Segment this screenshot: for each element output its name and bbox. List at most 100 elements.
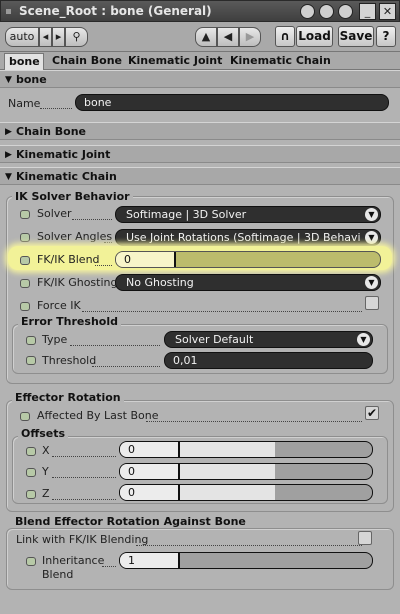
fkik-ghosting-dropdown[interactable]: No Ghosting ▼ xyxy=(115,274,381,291)
animation-icon[interactable] xyxy=(20,412,30,421)
animation-icon[interactable] xyxy=(26,490,36,499)
offset-z-slider[interactable]: 0 xyxy=(119,484,373,501)
offset-x-value[interactable]: 0 xyxy=(120,442,178,457)
prev-button[interactable]: ◂ xyxy=(39,27,52,47)
solver-angles-dropdown[interactable]: Use Joint Rotations (Softimage | 3D Beha… xyxy=(115,229,381,246)
next-button[interactable]: ▸ xyxy=(52,27,65,47)
section-kinematic-joint-header[interactable]: ▶ Kinematic Joint xyxy=(0,145,400,163)
effector-rotation-title: Effector Rotation xyxy=(12,391,124,404)
chevron-down-icon: ▼ xyxy=(365,208,378,221)
inheritance-label: Inheritance xyxy=(42,554,105,567)
offset-z-value[interactable]: 0 xyxy=(120,485,178,500)
link-icon[interactable]: ⚲ xyxy=(65,27,88,47)
forward-arrow-icon[interactable]: ▶ xyxy=(239,27,261,47)
force-ik-checkbox[interactable] xyxy=(365,296,379,310)
section-bone-header[interactable]: ▼ bone xyxy=(0,70,400,88)
dotted-leader xyxy=(72,219,112,220)
property-toolbar: auto ◂ ▸ ⚲ ▲ ◀ ▶ ∩ Load Save ? xyxy=(0,22,400,52)
section-kinematic-chain-header[interactable]: ▼ Kinematic Chain xyxy=(0,167,400,185)
name-label: Name xyxy=(8,97,41,110)
affected-label: Affected By Last Bone xyxy=(37,409,159,422)
name-input[interactable]: bone xyxy=(75,94,389,111)
tab-chain-bone[interactable]: Chain Bone xyxy=(48,53,126,70)
dotted-leader xyxy=(95,265,112,266)
animation-icon[interactable] xyxy=(26,356,36,365)
animation-icon[interactable] xyxy=(26,468,36,477)
slider-fill xyxy=(178,485,275,500)
fkik-blend-slider[interactable]: 0 xyxy=(115,251,381,268)
offset-y-value[interactable]: 0 xyxy=(120,464,178,479)
animation-icon[interactable] xyxy=(26,447,36,456)
animation-icon[interactable] xyxy=(20,302,30,311)
dotted-leader xyxy=(52,456,116,457)
dotted-leader xyxy=(92,366,160,367)
section-bone-title: bone xyxy=(16,73,47,86)
animation-icon[interactable] xyxy=(20,210,30,219)
animation-icon[interactable] xyxy=(26,336,36,345)
eye-icon[interactable] xyxy=(300,4,315,19)
fkik-blend-label: FK/IK Blend xyxy=(37,253,100,266)
slider-fill xyxy=(178,442,275,457)
threshold-input[interactable]: 0,01 xyxy=(164,352,373,369)
window-title: Scene_Root : bone (General) xyxy=(19,4,212,18)
tab-bone[interactable]: bone xyxy=(4,53,44,70)
fkik-blend-value[interactable]: 0 xyxy=(116,252,174,267)
link-checkbox[interactable] xyxy=(358,531,372,545)
offset-x-slider[interactable]: 0 xyxy=(119,441,373,458)
section-chain-bone-title: Chain Bone xyxy=(16,125,86,138)
globe-icon[interactable] xyxy=(319,4,334,19)
animation-icon[interactable] xyxy=(26,557,36,566)
slider-fill xyxy=(174,252,176,267)
chevron-down-icon: ▼ xyxy=(357,333,370,346)
up-arrow-icon[interactable]: ▲ xyxy=(195,27,217,47)
back-arrow-icon[interactable]: ◀ xyxy=(217,27,239,47)
help-button[interactable]: ? xyxy=(376,26,396,47)
chevron-down-icon: ▼ xyxy=(365,276,378,289)
solver-angles-value: Use Joint Rotations (Softimage | 3D Beha… xyxy=(126,231,361,244)
affected-checkbox[interactable]: ✔ xyxy=(365,406,379,420)
section-chain-bone-header[interactable]: ▶ Chain Bone xyxy=(0,122,400,140)
y-label: Y xyxy=(42,465,49,478)
animation-icon[interactable] xyxy=(20,256,30,265)
tab-bar: bone Chain Bone Kinematic Joint Kinemati… xyxy=(0,52,400,70)
solver-dropdown[interactable]: Softimage | 3D Solver ▼ xyxy=(115,206,381,223)
window-titlebar: Scene_Root : bone (General) _ ✕ xyxy=(0,0,400,22)
save-button[interactable]: Save xyxy=(338,26,374,47)
dotted-leader xyxy=(52,477,116,478)
lock-tab-icon[interactable]: ∩ xyxy=(275,26,295,47)
expanded-arrow-icon: ▼ xyxy=(5,75,12,85)
fkik-ghosting-value: No Ghosting xyxy=(126,276,194,289)
type-value: Solver Default xyxy=(175,333,254,346)
threshold-label: Threshold xyxy=(42,354,97,367)
animation-icon[interactable] xyxy=(20,233,30,242)
lock-icon[interactable] xyxy=(338,4,353,19)
offset-y-slider[interactable]: 0 xyxy=(119,463,373,480)
auto-button[interactable]: auto xyxy=(5,27,39,47)
expanded-arrow-icon: ▼ xyxy=(5,172,12,182)
ik-solver-title: IK Solver Behavior xyxy=(12,190,133,203)
solver-value: Softimage | 3D Solver xyxy=(126,208,247,221)
tab-kinematic-chain[interactable]: Kinematic Chain xyxy=(226,53,335,70)
close-button[interactable]: ✕ xyxy=(379,3,396,20)
solver-angles-label: Solver Angles xyxy=(37,230,113,243)
property-panel: ▼ bone Name bone ▶ Chain Bone ▶ Kinemati… xyxy=(0,70,400,614)
inheritance-blend-value[interactable]: 1 xyxy=(120,553,178,568)
inheritance-blend-slider[interactable]: 1 xyxy=(119,552,373,569)
window-menu-icon[interactable] xyxy=(6,9,11,14)
type-dropdown[interactable]: Solver Default ▼ xyxy=(164,331,373,348)
type-label: Type xyxy=(42,333,68,346)
slider-fill xyxy=(178,464,275,479)
z-label: Z xyxy=(42,487,50,500)
dotted-leader xyxy=(52,499,116,500)
dotted-leader xyxy=(136,545,362,546)
dotted-leader xyxy=(146,421,362,422)
tab-kinematic-joint[interactable]: Kinematic Joint xyxy=(124,53,226,70)
chevron-down-icon: ▼ xyxy=(365,231,378,244)
animation-icon[interactable] xyxy=(20,279,30,288)
load-button[interactable]: Load xyxy=(296,26,333,47)
slider-fill xyxy=(178,553,180,568)
minimize-button[interactable]: _ xyxy=(359,3,376,20)
dotted-leader xyxy=(102,566,116,567)
dotted-leader xyxy=(82,311,362,312)
inheritance-label-line2: Blend xyxy=(42,568,74,581)
